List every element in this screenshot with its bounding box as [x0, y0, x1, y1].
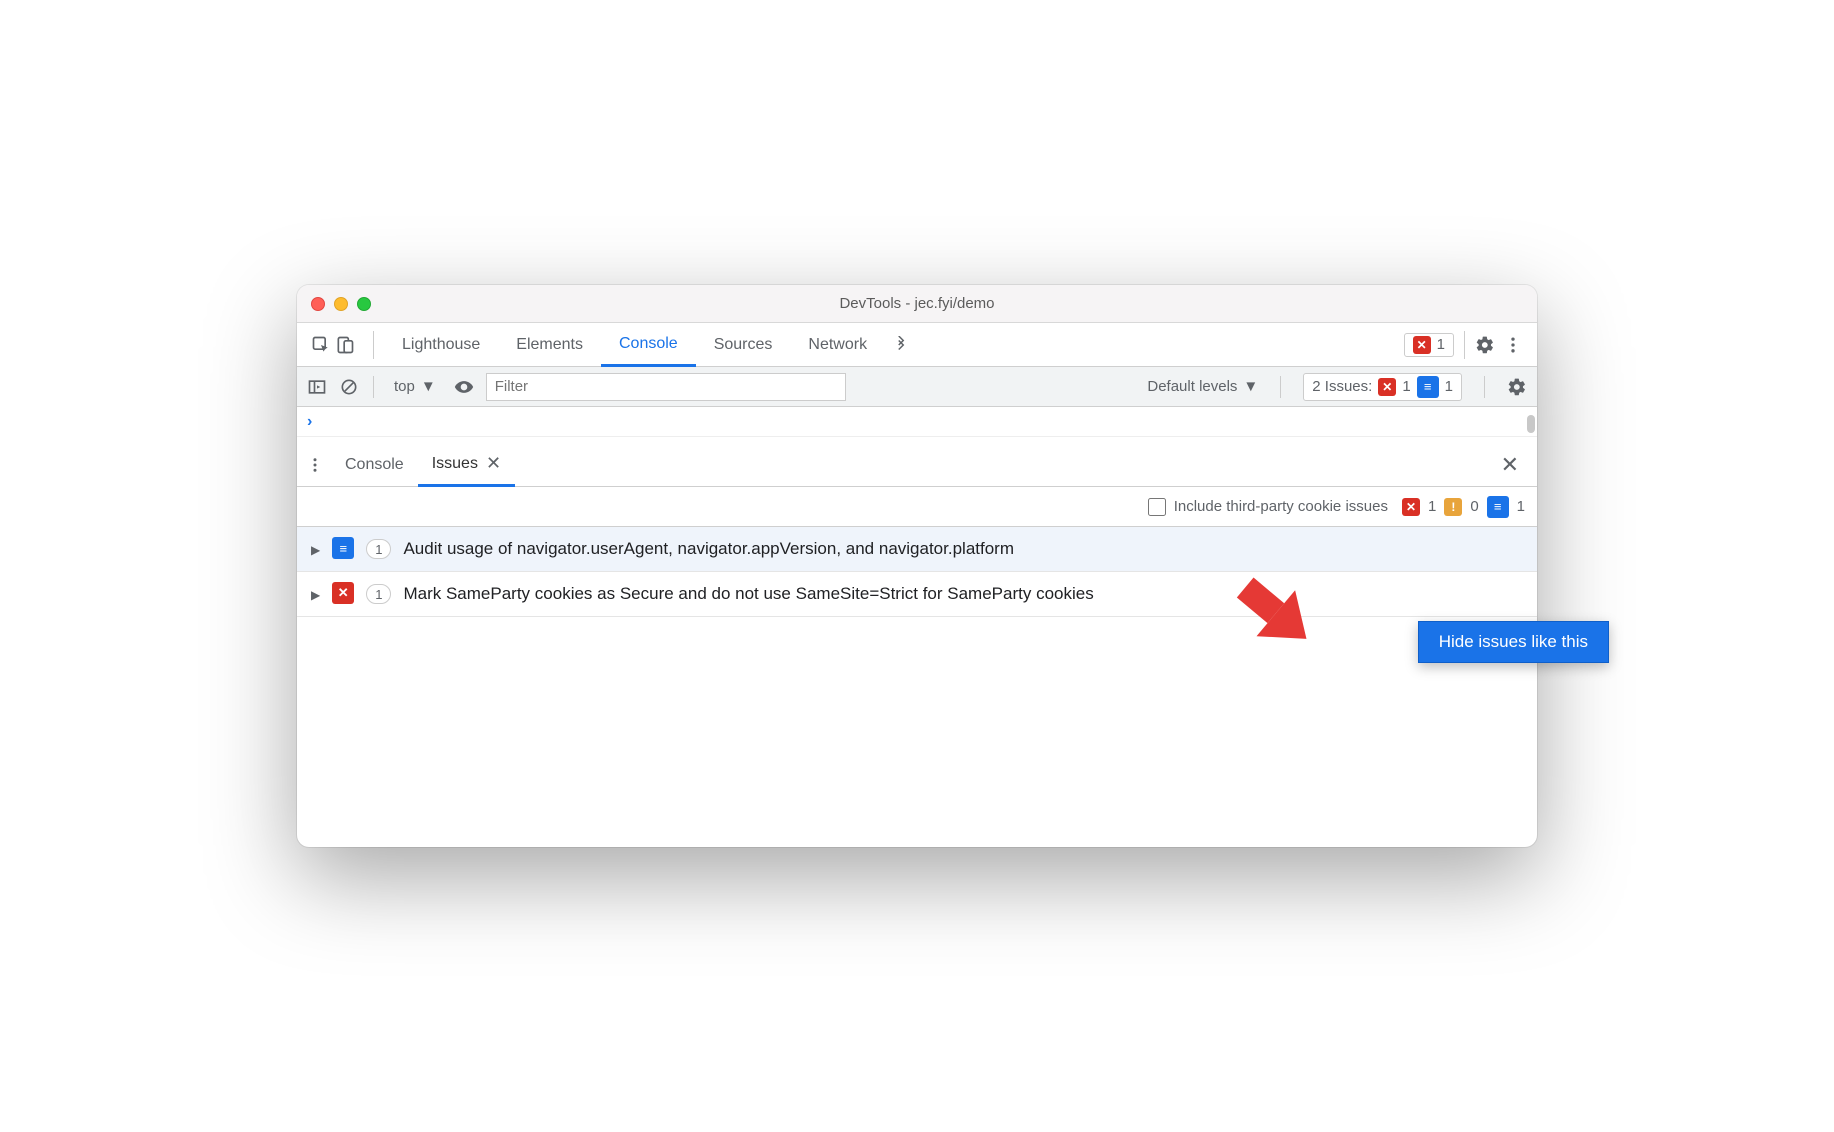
empty-area	[297, 617, 1537, 847]
issue-count-pill: 1	[366, 539, 391, 559]
warning-icon: !	[1444, 498, 1462, 516]
close-drawer-icon[interactable]: ✕	[1491, 452, 1529, 478]
drawer-tab-label: Issues	[432, 455, 478, 473]
issues-list: ▶ ≡ 1 Audit usage of navigator.userAgent…	[297, 527, 1537, 617]
console-settings-gear-icon[interactable]	[1507, 377, 1527, 397]
error-count: 1	[1428, 498, 1436, 515]
error-count-badge[interactable]: ✕ 1	[1404, 333, 1454, 357]
annotation-arrow-icon	[1217, 565, 1327, 660]
prompt-chevron-icon: ›	[307, 413, 312, 431]
error-icon: ✕	[1378, 378, 1396, 396]
hide-issues-menu-item[interactable]: Hide issues like this	[1439, 632, 1588, 652]
expand-triangle-icon[interactable]: ▶	[311, 588, 320, 602]
include-3p-toggle[interactable]: Include third-party cookie issues	[1148, 498, 1388, 516]
divider	[1484, 376, 1485, 398]
drawer-tab-console[interactable]: Console	[331, 443, 418, 486]
info-icon: ≡	[332, 537, 354, 559]
drawer-tabstrip: Console Issues ✕ ✕	[297, 443, 1537, 487]
chevron-down-icon: ▼	[421, 378, 436, 395]
issues-summary-chip[interactable]: 2 Issues: ✕ 1 ≡ 1	[1303, 373, 1462, 401]
issue-count-pill: 1	[366, 584, 391, 604]
tab-lighthouse[interactable]: Lighthouse	[384, 323, 498, 366]
error-count: 1	[1437, 336, 1445, 353]
toggle-sidebar-icon[interactable]	[307, 377, 327, 397]
error-icon: ✕	[1402, 498, 1420, 516]
issue-row[interactable]: ▶ ✕ 1 Mark SameParty cookies as Secure a…	[297, 572, 1537, 617]
drawer-kebab-icon[interactable]	[305, 455, 325, 475]
info-icon: ≡	[1487, 496, 1509, 518]
tab-network[interactable]: Network	[790, 323, 885, 366]
levels-label: Default levels	[1147, 378, 1237, 395]
console-toolbar: top ▼ Default levels ▼ 2 Issues: ✕ 1 ≡ 1	[297, 367, 1537, 407]
window-title: DevTools - jec.fyi/demo	[297, 295, 1537, 312]
more-tabs-icon[interactable]	[891, 335, 911, 355]
include-3p-label: Include third-party cookie issues	[1174, 498, 1388, 515]
error-icon: ✕	[1413, 336, 1431, 354]
context-menu: Hide issues like this	[1418, 621, 1609, 663]
tab-sources[interactable]: Sources	[696, 323, 791, 366]
filter-input[interactable]	[486, 373, 846, 401]
drawer-tab-label: Console	[345, 456, 404, 474]
device-toggle-icon[interactable]	[335, 335, 355, 355]
issue-row[interactable]: ▶ ≡ 1 Audit usage of navigator.userAgent…	[297, 527, 1537, 572]
scrollbar-thumb[interactable]	[1527, 415, 1535, 433]
expand-triangle-icon[interactable]: ▶	[311, 543, 320, 557]
info-count: 1	[1517, 498, 1525, 515]
divider	[373, 331, 374, 359]
main-tabstrip: Lighthouse Elements Console Sources Netw…	[297, 323, 1537, 367]
close-tab-icon[interactable]: ✕	[486, 453, 501, 474]
issues-error-count: 1	[1402, 378, 1410, 395]
include-3p-checkbox[interactable]	[1148, 498, 1166, 516]
tab-elements[interactable]: Elements	[498, 323, 601, 366]
context-label: top	[394, 378, 415, 395]
issues-toolbar: Include third-party cookie issues ✕ 1 ! …	[297, 487, 1537, 527]
divider	[373, 376, 374, 398]
drawer-tab-issues[interactable]: Issues ✕	[418, 444, 515, 487]
console-prompt[interactable]: ›	[297, 407, 1537, 437]
issues-info-count: 1	[1445, 378, 1453, 395]
issue-title: Mark SameParty cookies as Secure and do …	[403, 582, 1523, 606]
log-levels-selector[interactable]: Default levels ▼	[1147, 378, 1258, 395]
window-titlebar: DevTools - jec.fyi/demo	[297, 285, 1537, 323]
tab-console[interactable]: Console	[601, 324, 696, 367]
chevron-down-icon: ▼	[1243, 378, 1258, 395]
error-icon: ✕	[332, 582, 354, 604]
issues-label: 2 Issues:	[1312, 378, 1372, 395]
inspect-element-icon[interactable]	[311, 335, 331, 355]
divider	[1464, 331, 1465, 359]
context-selector[interactable]: top ▼	[388, 376, 442, 397]
divider	[1280, 376, 1281, 398]
clear-console-icon[interactable]	[339, 377, 359, 397]
settings-gear-icon[interactable]	[1475, 335, 1495, 355]
issue-kind-counts: ✕ 1 ! 0 ≡ 1	[1402, 496, 1525, 518]
live-expression-eye-icon[interactable]	[454, 377, 474, 397]
issue-title: Audit usage of navigator.userAgent, navi…	[403, 537, 1523, 561]
warning-count: 0	[1470, 498, 1478, 515]
devtools-window: DevTools - jec.fyi/demo Lighthouse Eleme…	[297, 285, 1537, 847]
info-icon: ≡	[1417, 376, 1439, 398]
kebab-menu-icon[interactable]	[1503, 335, 1523, 355]
